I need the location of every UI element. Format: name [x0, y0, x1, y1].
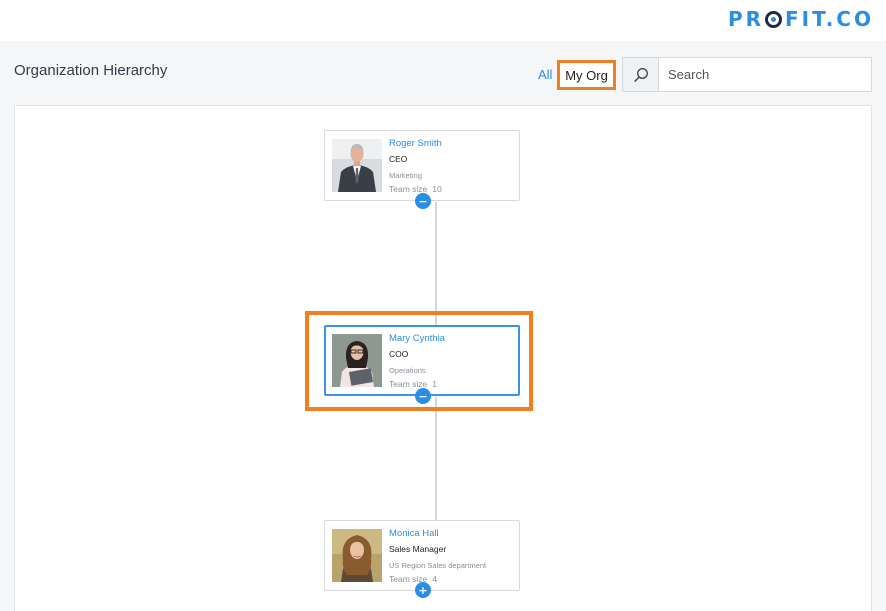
- connector-line: [435, 397, 437, 521]
- team-size-value: 10: [432, 184, 442, 194]
- employee-title: COO: [389, 349, 409, 359]
- team-size: Team size 4: [389, 573, 517, 585]
- logo-text-left: PR: [727, 7, 764, 31]
- collapse-toggle-icon[interactable]: −: [415, 388, 431, 404]
- profit-co-logo[interactable]: PR FIT.CO: [728, 7, 874, 31]
- search-box: [622, 57, 872, 92]
- employee-title: CEO: [389, 154, 408, 164]
- logo-target-icon: [765, 10, 782, 28]
- search-button[interactable]: [623, 58, 659, 91]
- team-size-value: 4: [432, 574, 437, 584]
- page-title: Organization Hierarchy: [14, 62, 168, 79]
- org-card-mary-cynthia[interactable]: Mary Cynthia COO Operations Team size 1: [324, 325, 520, 396]
- search-input[interactable]: [659, 58, 871, 91]
- avatar: [332, 529, 382, 582]
- team-size-value: 1: [432, 379, 437, 389]
- filter-my-org-button[interactable]: My Org: [557, 60, 616, 90]
- filter-all-link[interactable]: All: [538, 67, 552, 82]
- logo-text-right: FIT.CO: [785, 7, 874, 31]
- employee-department: Marketing: [389, 171, 422, 180]
- search-icon: [633, 67, 648, 82]
- team-size: Team size 10: [389, 183, 517, 195]
- top-bar: PR FIT.CO: [0, 0, 886, 41]
- team-size: Team size 1: [389, 378, 517, 390]
- org-chart-canvas: Roger Smith CEO Marketing Team size 10 − …: [14, 105, 872, 611]
- employee-department: US Region Sales department: [389, 561, 487, 570]
- employee-name[interactable]: Roger Smith: [389, 137, 517, 150]
- org-card-monica-hall[interactable]: Monica Hall Sales Manager US Region Sale…: [324, 520, 520, 591]
- employee-name[interactable]: Monica Hall: [389, 527, 517, 540]
- collapse-toggle-icon[interactable]: −: [415, 193, 431, 209]
- avatar: [332, 334, 382, 387]
- expand-toggle-icon[interactable]: +: [415, 582, 431, 598]
- connector-line: [435, 202, 437, 326]
- org-card-roger-smith[interactable]: Roger Smith CEO Marketing Team size 10: [324, 130, 520, 201]
- employee-department: Operations: [389, 366, 426, 375]
- employee-name[interactable]: Mary Cynthia: [389, 332, 517, 345]
- avatar: [332, 139, 382, 192]
- employee-title: Sales Manager: [389, 544, 447, 554]
